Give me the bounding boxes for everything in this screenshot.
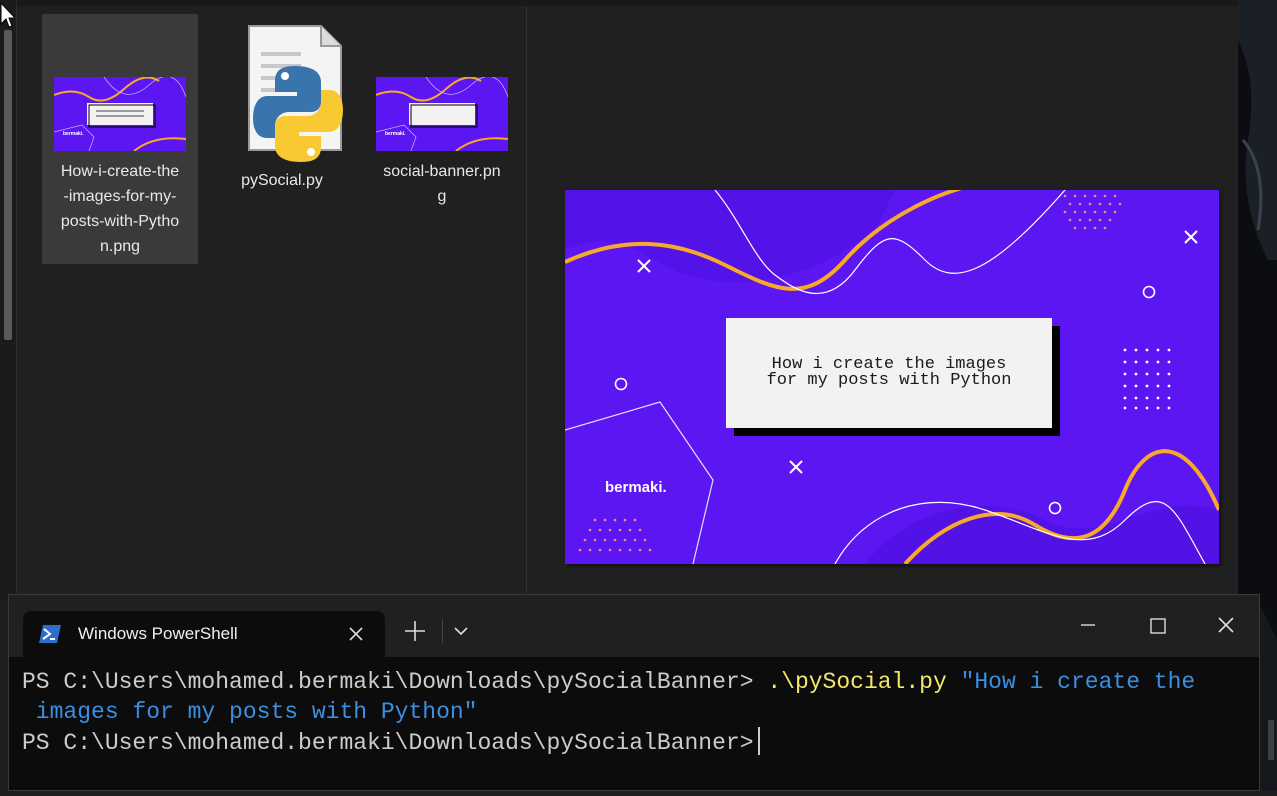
scrollbar-thumb[interactable]	[4, 30, 12, 340]
chevron-down-icon	[454, 627, 468, 636]
console-line: PS C:\Users\mohamed.bermaki\Downloads\py…	[22, 727, 1195, 758]
preview-brand: bermaki.	[605, 479, 667, 496]
minimize-icon	[1081, 624, 1095, 626]
close-icon	[1218, 617, 1234, 633]
file-label-line: social-banner.pn	[383, 163, 501, 180]
close-window-button[interactable]	[1203, 605, 1249, 645]
close-tab-button[interactable]	[341, 619, 371, 649]
svg-text:bermaki.: bermaki.	[385, 131, 406, 137]
terminal-output[interactable]: PS C:\Users\mohamed.bermaki\Downloads\py…	[22, 667, 1195, 758]
file-item-how-i-create[interactable]: bermaki. How-i-create-the -images-for-my…	[42, 14, 198, 264]
tab-windows-powershell[interactable]: Windows PowerShell	[23, 611, 385, 657]
console-prompt: PS C:\Users\mohamed.bermaki\Downloads\py…	[22, 669, 754, 695]
tab-dropdown-button[interactable]	[449, 615, 473, 647]
python-file-icon	[248, 25, 343, 162]
preview-pane-divider[interactable]	[526, 6, 527, 600]
console-command: .\pySocial.py	[753, 669, 947, 695]
image-preview: How i create the images for my posts wit…	[565, 190, 1219, 564]
preview-title-line: for my posts with Python	[766, 371, 1012, 390]
tab-separator	[442, 619, 443, 643]
explorer-top-strip	[16, 0, 1238, 6]
vertical-scrollbar[interactable]	[0, 0, 17, 600]
file-label: pySocial.py	[204, 168, 360, 193]
plus-icon	[405, 621, 425, 641]
file-label-line: -images-for-my-	[63, 188, 177, 205]
tab-title: Windows PowerShell	[78, 624, 238, 643]
file-item-pysocial[interactable]: pySocial.py	[204, 14, 360, 264]
file-label-line: How-i-create-the	[60, 163, 180, 180]
file-label: How-i-create-the -images-for-my- posts-w…	[42, 159, 198, 259]
maximize-icon	[1150, 618, 1166, 634]
image-thumbnail-icon: bermaki.	[54, 77, 186, 151]
svg-text:bermaki.: bermaki.	[63, 131, 84, 137]
file-item-social-banner[interactable]: bermaki. social-banner.pn g	[364, 14, 520, 264]
minimize-button[interactable]	[1065, 605, 1111, 645]
terminal-window: Windows PowerShell PS C:\Users\mohamed.b…	[8, 594, 1260, 791]
powershell-icon	[39, 625, 61, 643]
console-argument: "How i create the	[946, 669, 1196, 695]
file-label-line: n.png	[99, 238, 141, 255]
file-label: social-banner.pn g	[364, 159, 520, 209]
file-label-line: pySocial.py	[241, 172, 323, 189]
preview-title: How i create the images for my posts wit…	[726, 356, 1052, 390]
new-tab-button[interactable]	[399, 613, 431, 649]
text-cursor	[757, 727, 760, 755]
close-icon	[349, 627, 363, 641]
terminal-tab-bar: Windows PowerShell	[9, 595, 1259, 657]
file-label-line: g	[437, 188, 447, 205]
file-label-line: posts-with-Pytho	[60, 213, 180, 230]
maximize-button[interactable]	[1135, 605, 1181, 645]
console-prompt: PS C:\Users\mohamed.bermaki\Downloads\py…	[22, 730, 754, 756]
console-line: images for my posts with Python"	[22, 699, 478, 725]
file-explorer: bermaki. How-i-create-the -images-for-my…	[0, 0, 1238, 600]
image-thumbnail-icon: bermaki.	[376, 77, 508, 151]
mouse-pointer-icon	[0, 2, 14, 28]
console-line: PS C:\Users\mohamed.bermaki\Downloads\py…	[22, 667, 1195, 697]
preview-title-card: How i create the images for my posts wit…	[726, 318, 1052, 428]
